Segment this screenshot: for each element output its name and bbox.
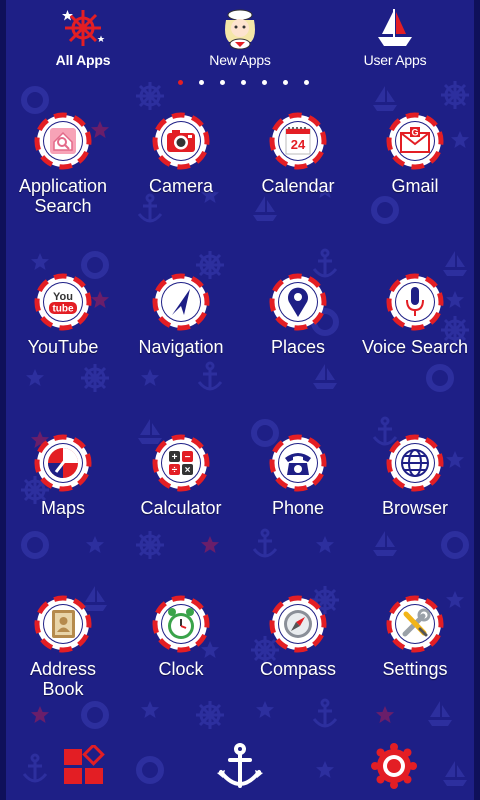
tab-label: All Apps [55, 52, 111, 68]
dock-settings-button[interactable] [370, 742, 418, 795]
page-dot [178, 80, 183, 85]
page-dot [283, 80, 288, 85]
app-label: Phone [271, 498, 325, 518]
wrench-screwdriver-icon [386, 595, 444, 653]
app-address-book[interactable]: Address Book [8, 595, 118, 699]
app-camera[interactable]: Camera [126, 112, 236, 196]
app-label: Clock [158, 659, 204, 679]
app-label: Calendar [261, 176, 335, 196]
calculator-icon: + − ÷ × [152, 434, 210, 492]
app-label: Navigation [138, 337, 224, 357]
ship-wheel-icon [62, 10, 105, 46]
app-label: Places [270, 337, 326, 357]
svg-text:−: − [185, 452, 191, 463]
app-settings[interactable]: Settings [360, 595, 470, 679]
dock-app-drawer-button[interactable] [62, 743, 106, 792]
svg-text:+: + [172, 452, 178, 463]
tab-label: New Apps [209, 52, 271, 68]
app-application-search[interactable]: Application Search [8, 112, 118, 216]
app-youtube[interactable]: You tube YouTube [8, 273, 118, 357]
microphone-icon [386, 273, 444, 331]
app-browser[interactable]: Browser [360, 434, 470, 518]
anchor-icon [217, 743, 263, 788]
page-indicator [174, 78, 324, 88]
app-label: Application Search [18, 176, 108, 216]
sailor-girl-icon [225, 9, 255, 50]
app-gmail[interactable]: G Gmail [360, 112, 470, 196]
telephone-icon [269, 434, 327, 492]
youtube-tube-text: tube [52, 304, 74, 315]
app-label: Browser [381, 498, 448, 518]
app-phone[interactable]: Phone [243, 434, 353, 518]
app-label: Address Book [29, 659, 97, 699]
app-label: Settings [382, 659, 448, 679]
alarm-clock-icon [152, 595, 210, 653]
app-label: Camera [148, 176, 214, 196]
app-places[interactable]: Places [243, 273, 353, 357]
sailboat-icon [378, 9, 412, 46]
tab-all-apps[interactable]: All Apps [28, 6, 138, 76]
app-label: Voice Search [361, 337, 469, 357]
gmail-icon: G [386, 112, 444, 170]
app-maps[interactable]: Maps [8, 434, 118, 518]
app-navigation[interactable]: Navigation [126, 273, 236, 357]
app-label: Maps [40, 498, 85, 518]
page-dot [199, 80, 204, 85]
app-clock[interactable]: Clock [126, 595, 236, 679]
page-dot [262, 80, 267, 85]
dock-home-button[interactable] [215, 742, 265, 797]
calendar-day-text: 24 [291, 137, 306, 152]
gear-flower-icon [371, 743, 417, 789]
youtube-you-text: You [53, 291, 73, 303]
compass-icon [269, 595, 327, 653]
svg-text:÷: ÷ [172, 465, 178, 476]
app-label: Gmail [391, 176, 439, 196]
navigation-arrow-icon [152, 273, 210, 331]
app-search-icon [34, 112, 92, 170]
app-calendar[interactable]: 24 Calendar [243, 112, 353, 196]
top-tab-bar: All Apps New Apps User Apps [6, 0, 474, 92]
app-calculator[interactable]: + − ÷ × Calculator [126, 434, 236, 518]
maps-icon [34, 434, 92, 492]
tab-label: User Apps [363, 52, 427, 68]
page-dot [220, 80, 225, 85]
app-label: Compass [259, 659, 337, 679]
youtube-icon: You tube [34, 273, 92, 331]
svg-text:×: × [185, 465, 191, 476]
tab-user-apps[interactable]: User Apps [340, 6, 450, 76]
camera-icon [152, 112, 210, 170]
right-edge [474, 0, 480, 800]
page-dot [304, 80, 309, 85]
globe-icon [386, 434, 444, 492]
app-label: Calculator [140, 498, 222, 518]
address-book-icon [34, 595, 92, 653]
gmail-letter: G [411, 128, 418, 138]
tab-new-apps[interactable]: New Apps [185, 6, 295, 76]
app-voice-search[interactable]: Voice Search [360, 273, 470, 357]
left-edge [0, 0, 6, 800]
calendar-icon: 24 [269, 112, 327, 170]
app-grid-icon [64, 743, 105, 784]
app-label: YouTube [27, 337, 99, 357]
map-pin-icon [269, 273, 327, 331]
app-compass[interactable]: Compass [243, 595, 353, 679]
page-dot [241, 80, 246, 85]
